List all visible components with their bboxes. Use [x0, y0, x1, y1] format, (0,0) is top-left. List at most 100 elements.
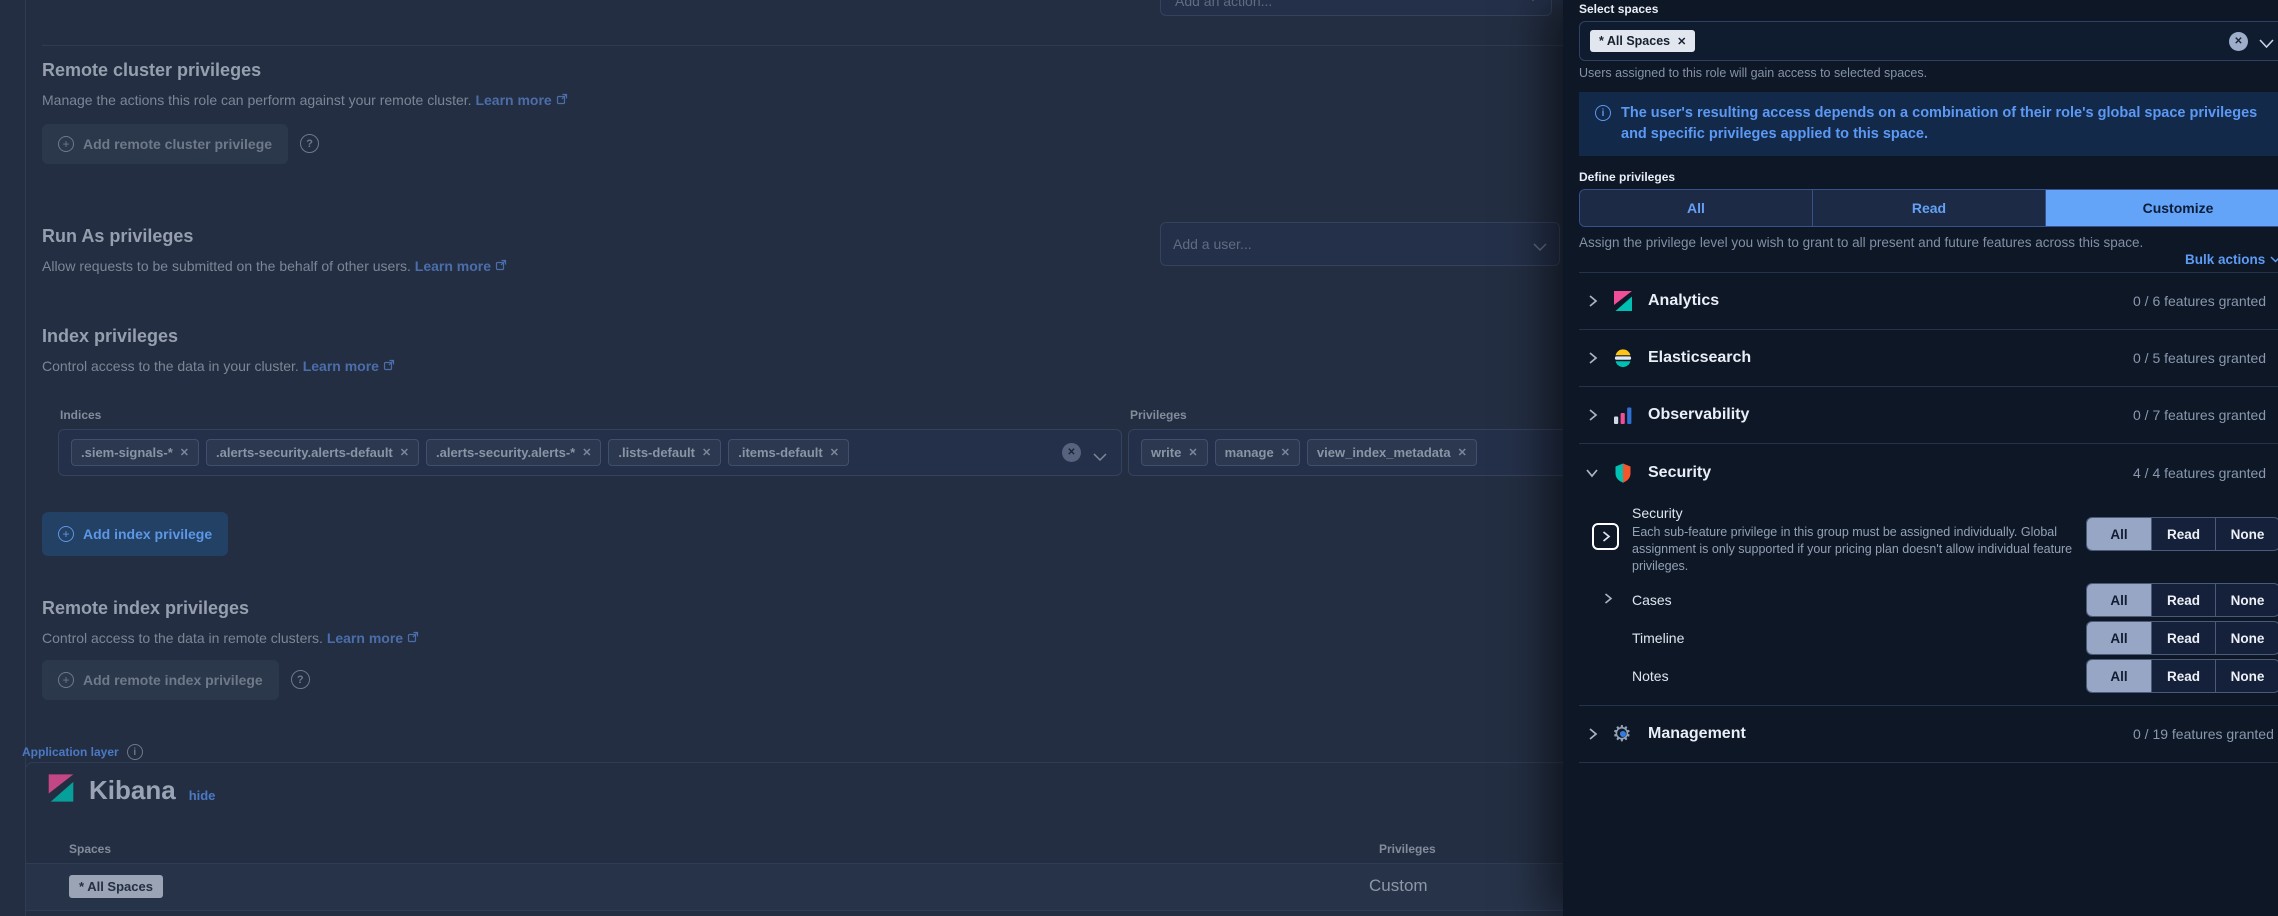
toggle-none[interactable]: None [2215, 518, 2278, 550]
learn-more-link[interactable]: Learn more [303, 358, 379, 374]
index-tag[interactable]: .alerts-security.alerts-* ✕ [425, 439, 602, 466]
all-spaces-tag[interactable]: * All Spaces ✕ [1590, 30, 1696, 52]
hide-link[interactable]: hide [189, 788, 216, 803]
remote-index-section: Remote index privileges Control access t… [42, 598, 419, 700]
info-icon: i [1595, 105, 1611, 121]
remove-icon[interactable]: ✕ [400, 446, 409, 459]
subfeature-row-timeline: Timeline All Read None [1597, 619, 2278, 657]
expand-icon[interactable] [1579, 294, 1605, 308]
indices-combobox[interactable]: .siem-signals-* ✕ .alerts-security.alerts… [58, 429, 1122, 476]
run-as-title: Run As privileges [42, 226, 194, 246]
collapse-icon[interactable] [1579, 466, 1605, 479]
privilege-option-customize[interactable]: Customize [2046, 190, 2278, 226]
help-icon[interactable]: ? [290, 670, 310, 690]
index-tag[interactable]: .alerts-security.alerts-default ✕ [205, 439, 419, 466]
expand-icon[interactable] [1579, 408, 1605, 422]
bulk-actions-link[interactable]: Bulk actions [2185, 252, 2278, 267]
toggle-none[interactable]: None [2215, 584, 2278, 616]
chevron-down-icon [2259, 36, 2274, 54]
privileges-field: Privileges write ✕ manage ✕ view_index_met… [1128, 408, 1598, 476]
remove-icon[interactable]: ✕ [180, 446, 189, 459]
expand-icon[interactable] [1579, 727, 1605, 741]
toggle-all[interactable]: All [2087, 660, 2151, 692]
privilege-option-read[interactable]: Read [1813, 190, 2046, 226]
toggle-read[interactable]: Read [2151, 622, 2215, 654]
plus-circle-icon: + [58, 136, 74, 152]
expand-icon[interactable] [1592, 523, 1619, 550]
help-icon[interactable]: ? [300, 134, 320, 154]
remove-icon[interactable]: ✕ [830, 446, 839, 459]
external-link-icon [495, 258, 507, 274]
learn-more-link[interactable]: Learn more [327, 630, 403, 646]
privilege-tag[interactable]: write ✕ [1141, 439, 1208, 466]
clear-all-icon[interactable]: ✕ [1062, 443, 1081, 462]
feature-privileges-table: Analytics 0 / 6 features granted Elastic… [1579, 272, 2278, 763]
expand-icon[interactable] [1602, 592, 1614, 608]
spaces-column-header: Spaces [69, 842, 112, 856]
external-link-icon [407, 630, 419, 646]
index-tag[interactable]: .lists-default ✕ [608, 439, 722, 466]
privilege-tag[interactable]: manage ✕ [1214, 439, 1300, 466]
toggle-read[interactable]: Read [2151, 660, 2215, 692]
observability-icon [1612, 404, 1634, 426]
remote-cluster-desc: Manage the actions this role can perform… [42, 92, 568, 108]
learn-more-link[interactable]: Learn more [415, 258, 491, 274]
privilege-level-button-group: All Read Customize [1579, 189, 2278, 227]
remove-icon[interactable]: ✕ [582, 446, 591, 459]
remove-icon[interactable]: ✕ [1188, 446, 1197, 459]
add-index-privilege-wrap: + Add index privilege [42, 512, 229, 556]
kibana-role-screen: Add an action... Remote cluster privileg… [0, 0, 2278, 916]
privilege-toggle-group: All Read None [2086, 621, 2278, 655]
assign-helper-text: Assign the privilege level you wish to g… [1579, 235, 2144, 250]
chevron-down-icon [1527, 0, 1539, 7]
granted-count: 0 / 5 features granted [2133, 350, 2267, 366]
index-privileges-title: Index privileges [42, 326, 179, 346]
toggle-none[interactable]: None [2215, 622, 2278, 654]
index-tag[interactable]: .siem-signals-* ✕ [71, 439, 199, 466]
clear-all-icon[interactable]: ✕ [2229, 31, 2248, 51]
toggle-read[interactable]: Read [2151, 518, 2215, 550]
subfeature-row-notes: Notes All Read None [1597, 657, 2278, 695]
toggle-all[interactable]: All [2087, 622, 2151, 654]
remove-icon[interactable]: ✕ [1281, 446, 1290, 459]
toggle-read[interactable]: Read [2151, 584, 2215, 616]
plus-circle-icon: + [58, 526, 74, 542]
index-privileges-section: Index privileges Control access to the d… [42, 326, 395, 388]
toggle-all[interactable]: All [2087, 584, 2151, 616]
feature-row-elasticsearch: Elasticsearch 0 / 5 features granted [1579, 330, 2278, 387]
learn-more-link[interactable]: Learn more [475, 92, 551, 108]
toggle-all[interactable]: All [2087, 518, 2151, 550]
remote-cluster-title: Remote cluster privileges [42, 60, 262, 80]
select-spaces-label: Select spaces [1579, 2, 1659, 16]
remove-icon[interactable]: ✕ [1458, 446, 1467, 459]
select-spaces-combobox[interactable]: * All Spaces ✕ ✕ [1579, 21, 2278, 61]
access-info-banner: i The user's resulting access depends on… [1579, 92, 2278, 156]
expand-icon[interactable] [1579, 351, 1605, 365]
granted-count: 0 / 7 features granted [2133, 407, 2267, 423]
add-user-combobox[interactable]: Add a user... [1160, 222, 1560, 266]
add-action-combobox[interactable]: Add an action... [1160, 0, 1552, 16]
remove-icon[interactable]: ✕ [702, 446, 711, 459]
index-tag[interactable]: .items-default ✕ [728, 439, 849, 466]
kibana-privileges-card: Kibana hide Spaces Privileges * All Spac… [25, 762, 1563, 916]
subfeature-description: Each sub-feature privilege in this group… [1632, 525, 2073, 573]
info-icon[interactable]: i [126, 744, 143, 760]
select-spaces-helper: Users assigned to this role will gain ac… [1579, 66, 1928, 80]
remove-icon[interactable]: ✕ [1677, 35, 1686, 48]
banner-text: The user's resulting access depends on a… [1621, 105, 2258, 142]
add-remote-index-privilege-button[interactable]: + Add remote index privilege [42, 660, 279, 700]
privileges-combobox[interactable]: write ✕ manage ✕ view_index_metadata ✕ [1128, 429, 1598, 476]
add-index-privilege-button[interactable]: + Add index privilege [42, 512, 229, 556]
feature-row-observability: Observability 0 / 7 features granted [1579, 387, 2278, 444]
run-as-desc: Allow requests to be submitted on the be… [42, 258, 507, 274]
granted-count: 0 / 19 features granted [2133, 726, 2274, 742]
indices-field: Indices .siem-signals-* ✕ .alerts-securit… [58, 408, 1122, 476]
space-privilege-row[interactable]: * All Spaces Custom [26, 863, 1563, 911]
toggle-none[interactable]: None [2215, 660, 2278, 692]
privilege-toggle-group: All Read None [2086, 583, 2278, 617]
edit-role-page: Add an action... Remote cluster privileg… [0, 0, 1598, 916]
privilege-option-all[interactable]: All [1580, 190, 1813, 226]
add-remote-cluster-privilege-button[interactable]: + Add remote cluster privilege [42, 124, 289, 164]
privilege-tag[interactable]: view_index_metadata ✕ [1306, 439, 1477, 466]
indices-label: Indices [60, 408, 102, 422]
